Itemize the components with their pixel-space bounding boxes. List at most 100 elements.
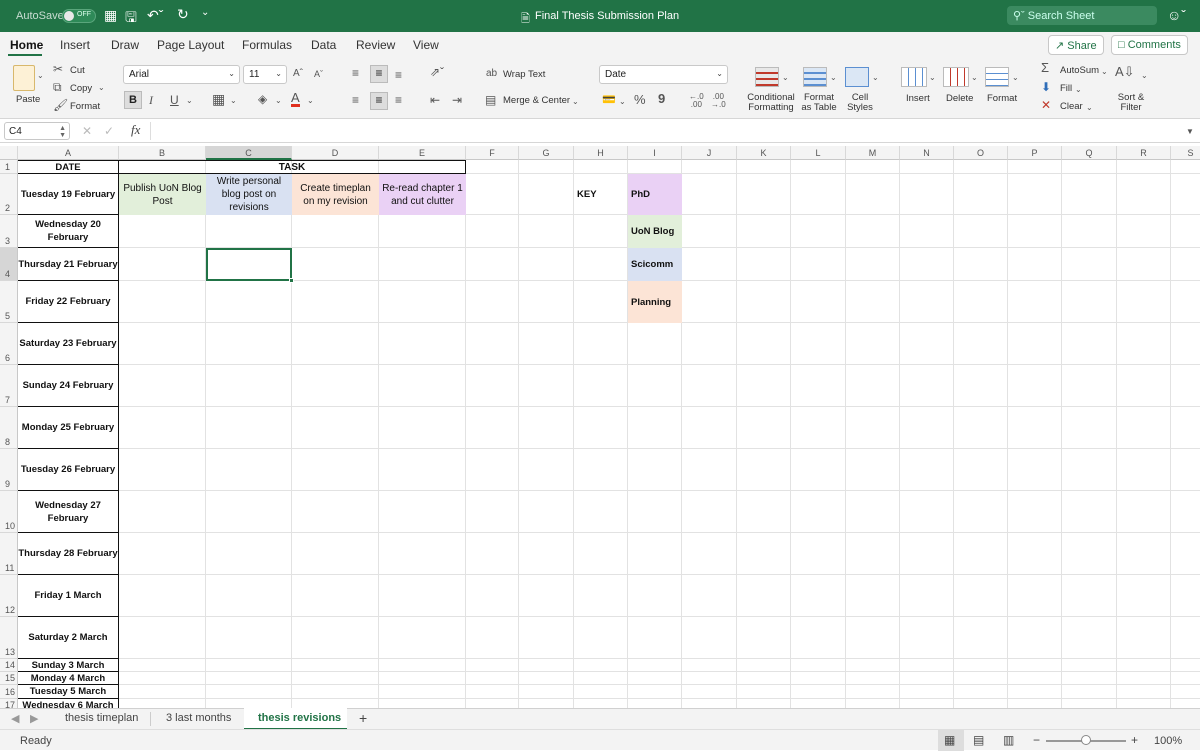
copy-button[interactable]: Copy — [70, 83, 92, 94]
fill-handle[interactable] — [289, 278, 294, 283]
share-button[interactable]: ↗ Share — [1048, 35, 1104, 55]
paste-icon[interactable] — [13, 65, 35, 91]
date-header[interactable]: DATE — [18, 160, 119, 174]
next-sheet-icon[interactable]: ▶ — [30, 712, 38, 725]
delete-button[interactable]: Delete — [946, 93, 973, 104]
row-header[interactable]: 17 — [0, 699, 18, 708]
column-header[interactable]: E — [379, 146, 466, 160]
date-cell[interactable]: Wednesday 27 February — [18, 491, 119, 533]
comments-button[interactable]: □ Comments — [1111, 35, 1188, 55]
date-cell[interactable]: Friday 22 February — [18, 281, 119, 323]
page-layout-view-icon[interactable]: ▤ — [973, 733, 984, 747]
wrap-text-button[interactable]: Wrap Text — [503, 69, 545, 80]
date-cell[interactable]: Tuesday 19 February — [18, 174, 119, 215]
increase-decimal-icon[interactable]: ←.0.00 — [689, 93, 704, 109]
column-header[interactable]: G — [519, 146, 574, 160]
row-header[interactable]: 9 — [0, 449, 18, 491]
align-bottom-icon[interactable]: ≡ — [395, 68, 402, 82]
borders-icon[interactable]: ▦ — [212, 92, 225, 106]
align-center-icon[interactable]: ≡ — [370, 92, 388, 110]
conditional-formatting-button[interactable]: Conditional Formatting — [745, 93, 797, 113]
date-cell[interactable]: Friday 1 March — [18, 575, 119, 617]
task-cell[interactable]: Publish UoN Blog Post — [119, 174, 206, 215]
normal-view-icon[interactable]: ▦ — [944, 733, 955, 747]
zoom-in-icon[interactable]: + — [1131, 733, 1138, 747]
column-header[interactable]: B — [119, 146, 206, 160]
select-all-corner[interactable] — [0, 146, 18, 160]
cut-button[interactable]: Cut — [70, 65, 85, 76]
align-right-icon[interactable]: ≡ — [395, 93, 402, 107]
column-header[interactable]: K — [737, 146, 791, 160]
grid-icon[interactable]: ▦ — [104, 7, 117, 24]
column-header[interactable]: F — [466, 146, 519, 160]
name-box[interactable]: C4 ▲ ▼ — [4, 122, 70, 140]
page-break-view-icon[interactable]: ▥ — [1003, 733, 1014, 747]
align-left-icon[interactable]: ≡ — [352, 93, 359, 107]
search-sheet-input[interactable]: ⚲ˇ Search Sheet — [1007, 6, 1157, 25]
number-format-select[interactable]: Date ⌄ — [599, 65, 728, 84]
key-title[interactable]: KEY — [574, 174, 628, 215]
row-header[interactable]: 1 — [0, 160, 18, 174]
cancel-icon[interactable]: ✕ — [82, 124, 92, 138]
font-name-select[interactable]: Arial ⌄ — [123, 65, 240, 84]
expand-formula-icon[interactable]: ▼ — [1186, 125, 1194, 139]
underline-button[interactable]: U — [170, 93, 179, 107]
task-header[interactable]: TASK — [119, 160, 466, 174]
currency-icon[interactable]: 💳 — [602, 93, 616, 107]
fill-color-icon[interactable]: ◈ — [258, 92, 267, 106]
row-header[interactable]: 6 — [0, 323, 18, 365]
date-cell[interactable]: Tuesday 26 February — [18, 449, 119, 491]
tab-home[interactable]: Home — [10, 38, 43, 52]
prev-sheet-icon[interactable]: ◀ — [11, 712, 19, 725]
column-header[interactable]: N — [900, 146, 954, 160]
column-header[interactable]: P — [1008, 146, 1062, 160]
column-header[interactable]: H — [574, 146, 628, 160]
row-header[interactable]: 3 — [0, 215, 18, 248]
row-header[interactable]: 16 — [0, 685, 18, 699]
column-header[interactable]: O — [954, 146, 1008, 160]
column-header[interactable]: S — [1171, 146, 1200, 160]
task-cell[interactable]: Re-read chapter 1 and cut clutter — [379, 174, 466, 215]
decrease-font-icon[interactable]: Aˇ — [314, 67, 323, 81]
undo-icon[interactable]: ↶ˇ — [147, 7, 163, 24]
cell-styles-button[interactable]: Cell Styles — [843, 93, 877, 113]
date-cell[interactable]: Wednesday 20 February — [18, 215, 119, 248]
key-item[interactable]: Planning — [628, 281, 682, 323]
increase-indent-icon[interactable]: ⇥ — [452, 93, 462, 107]
decrease-indent-icon[interactable]: ⇤ — [430, 93, 440, 107]
column-header[interactable]: D — [292, 146, 379, 160]
date-cell[interactable]: Tuesday 5 March — [18, 685, 119, 699]
decrease-decimal-icon[interactable]: .00 →.0 — [711, 93, 726, 109]
row-header[interactable]: 12 — [0, 575, 18, 617]
row-header[interactable]: 11 — [0, 533, 18, 575]
insert-function-button[interactable]: fx — [131, 123, 140, 137]
sheet-tab-thesis-revisions[interactable]: thesis revisions — [258, 712, 341, 724]
selected-cell-c4[interactable] — [206, 248, 292, 281]
column-header[interactable]: C — [206, 146, 292, 160]
align-middle-icon[interactable]: ≡ — [370, 65, 388, 83]
tab-insert[interactable]: Insert — [60, 38, 90, 52]
insert-button[interactable]: Insert — [906, 93, 930, 104]
italic-button[interactable]: I — [149, 93, 153, 107]
row-header[interactable]: 8 — [0, 407, 18, 449]
tab-page-layout[interactable]: Page Layout — [157, 38, 224, 52]
worksheet-grid[interactable]: A B C D E F G H I J K L M N O P Q R S 1 2 3 4 5 6 7 8 9 10 11 12 13 14 15… — [0, 146, 1200, 708]
date-cell[interactable]: Saturday 23 February — [18, 323, 119, 365]
orientation-icon[interactable]: ⇗ˇ — [430, 65, 444, 79]
row-header[interactable]: 7 — [0, 365, 18, 407]
column-header[interactable]: M — [846, 146, 900, 160]
autosum-button[interactable]: AutoSum — [1060, 65, 1099, 76]
key-item[interactable]: PhD — [628, 174, 682, 215]
add-sheet-icon[interactable]: + — [359, 710, 367, 726]
date-cell[interactable]: Sunday 24 February — [18, 365, 119, 407]
tab-review[interactable]: Review — [356, 38, 395, 52]
column-header[interactable]: Q — [1062, 146, 1117, 160]
sort-filter-button[interactable]: Sort & Filter — [1113, 93, 1149, 113]
date-cell[interactable]: Saturday 2 March — [18, 617, 119, 659]
task-cell[interactable]: Write personal blog post on revisions — [206, 174, 292, 215]
tab-draw[interactable]: Draw — [111, 38, 139, 52]
date-cell[interactable]: Thursday 21 February — [18, 248, 119, 281]
format-painter-button[interactable]: Format — [70, 101, 100, 112]
save-icon[interactable]: 🖫 — [125, 7, 137, 31]
sheet-tab-thesis-timeplan[interactable]: thesis timeplan — [65, 712, 138, 724]
